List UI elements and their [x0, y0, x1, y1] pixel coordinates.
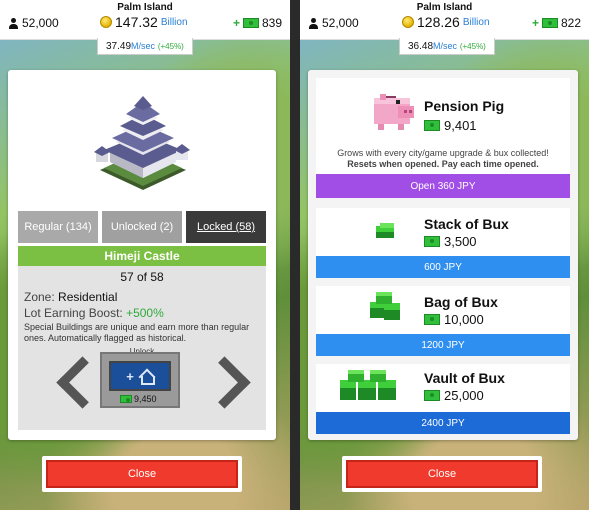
close-button-frame: Close: [342, 456, 542, 492]
coins-counter: 147.32 Billion: [100, 14, 188, 30]
building-tabs: Regular (134) Unlocked (2) Locked (58): [18, 211, 266, 243]
building-description: Special Buildings are unique and earn mo…: [24, 322, 250, 343]
himeji-castle-image: [94, 96, 190, 190]
population-icon: [8, 17, 19, 29]
buy-vault-button[interactable]: 2400 JPY: [316, 412, 570, 434]
unlock-cost-value: 9,450: [134, 394, 157, 404]
bux-icon: [424, 120, 440, 131]
zone-value: Residential: [58, 290, 118, 304]
rate-value: 36.48: [408, 41, 434, 52]
bux-shop-screen: Palm Island 52,000 128.26 Billion + 822 …: [300, 0, 589, 510]
income-rate: 37.49M/sec (+45%): [97, 38, 193, 55]
offer-amount: 25,000: [424, 388, 484, 403]
offer-note: Grows with every city/game upgrade & bux…: [337, 148, 549, 158]
special-buildings-screen: Palm Island 52,000 147.32 Billion + 839 …: [0, 0, 290, 510]
offer-amount: 3,500: [424, 234, 477, 249]
piggy-bank-icon: [374, 94, 414, 130]
offer-amount-value: 3,500: [444, 234, 477, 249]
bux-vault-icon: [340, 370, 396, 400]
offer-title: Bag of Bux: [424, 294, 498, 310]
building-dialog: Regular (134) Unlocked (2) Locked (58) H…: [8, 70, 276, 440]
offer-card-bag-of-bux: Bag of Bux 10,000 1200 JPY: [316, 286, 570, 356]
offer-card-pension-pig: Pension Pig 9,401 Grows with every city/…: [316, 78, 570, 198]
close-button-frame: Close: [42, 456, 242, 492]
bux-stack-icon: [376, 223, 394, 238]
tab-locked[interactable]: Locked (58): [186, 211, 266, 243]
add-bux-icon[interactable]: +: [532, 16, 539, 30]
offer-amount-value: 25,000: [444, 388, 484, 403]
close-button[interactable]: Close: [46, 460, 238, 488]
offer-note-reset: Resets when opened. Pay each time opened…: [347, 159, 539, 169]
population-counter: 52,000: [8, 16, 59, 30]
unlock-button[interactable]: + 9,450: [100, 352, 180, 408]
boost-value: +500%: [126, 306, 164, 320]
income-rate: 36.48M/sec (+45%): [399, 38, 495, 55]
bux-icon: [424, 236, 440, 247]
open-pig-button[interactable]: Open 360 JPY: [316, 174, 570, 198]
offer-title: Stack of Bux: [424, 216, 509, 232]
close-button[interactable]: Close: [346, 460, 538, 488]
population-value: 52,000: [322, 16, 359, 30]
offer-amount: 9,401: [424, 118, 477, 133]
rate-boost: (+45%): [157, 42, 184, 51]
island-name: Palm Island: [117, 2, 173, 13]
bux-counter[interactable]: + 822: [532, 16, 581, 30]
zone-row: Zone: Residential: [24, 290, 266, 304]
plus-icon: +: [126, 368, 134, 384]
population-counter: 52,000: [308, 16, 359, 30]
coin-icon: [402, 16, 414, 28]
bux-value: 839: [261, 16, 282, 30]
previous-arrow-icon[interactable]: [54, 356, 82, 406]
building-name: Himeji Castle: [18, 246, 266, 266]
offer-title: Pension Pig: [424, 98, 505, 114]
unlock-cost: 9,450: [120, 394, 157, 404]
status-bar: Palm Island 52,000 128.26 Billion + 822: [300, 0, 589, 40]
coin-icon: [100, 16, 112, 28]
rate-unit: M/sec: [131, 41, 156, 51]
rate-unit: M/sec: [433, 41, 458, 51]
bux-icon: [424, 314, 440, 325]
bux-icon: [120, 395, 132, 403]
bux-value: 822: [560, 16, 581, 30]
offer-amount: 10,000: [424, 312, 484, 327]
coins-value: 147.32: [115, 14, 158, 30]
building-count: 57 of 58: [120, 270, 164, 284]
coins-unit: Billion: [160, 16, 188, 28]
unlock-screen: +: [109, 361, 171, 391]
coins-counter: 128.26 Billion: [402, 14, 490, 30]
status-bar: Palm Island 52,000 147.32 Billion + 839: [0, 0, 290, 40]
population-icon: [308, 17, 319, 29]
bux-icon: [541, 18, 558, 28]
tab-regular[interactable]: Regular (134): [18, 211, 98, 243]
tab-unlocked[interactable]: Unlocked (2): [102, 211, 182, 243]
island-name: Palm Island: [416, 2, 473, 13]
bux-bag-icon: [370, 292, 400, 320]
buy-stack-button[interactable]: 600 JPY: [316, 256, 570, 278]
offer-card-stack-of-bux: Stack of Bux 3,500 600 JPY: [316, 208, 570, 278]
rate-value: 37.49: [106, 41, 132, 52]
offer-amount-value: 10,000: [444, 312, 484, 327]
population-value: 52,000: [22, 16, 59, 30]
bux-icon: [424, 390, 440, 401]
rate-boost: (+45%): [459, 42, 486, 51]
bux-shop-dialog: Pension Pig 9,401 Grows with every city/…: [308, 70, 578, 440]
zone-label: Zone:: [24, 290, 55, 304]
add-bux-icon[interactable]: +: [233, 16, 240, 30]
coins-value: 128.26: [417, 14, 460, 30]
coins-unit: Billion: [462, 16, 490, 28]
boost-label: Lot Earning Boost:: [24, 306, 123, 320]
bux-counter[interactable]: + 839: [233, 16, 282, 30]
bux-icon: [242, 18, 259, 28]
buy-bag-button[interactable]: 1200 JPY: [316, 334, 570, 356]
offer-title: Vault of Bux: [424, 370, 505, 386]
offer-card-vault-of-bux: Vault of Bux 25,000 2400 JPY: [316, 364, 570, 434]
offer-amount-value: 9,401: [444, 118, 477, 133]
house-icon: [138, 369, 155, 385]
boost-row: Lot Earning Boost: +500%: [24, 306, 266, 320]
next-arrow-icon[interactable]: [214, 356, 242, 406]
